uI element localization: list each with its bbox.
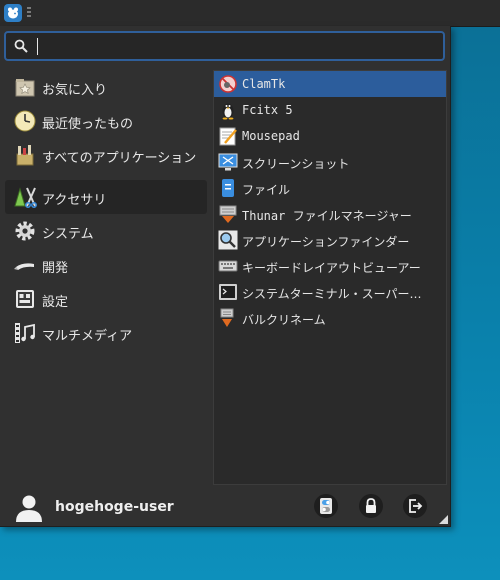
app-label: Fcitx 5 (242, 103, 293, 117)
thunar-icon (219, 205, 237, 223)
all-applications-icon (16, 145, 34, 166)
recent-clock-icon (14, 110, 36, 132)
username: hogehoge-user (55, 499, 174, 515)
category-label: システム (42, 227, 94, 242)
category-label: マルチメディア (42, 329, 133, 344)
category-all-applications[interactable]: すべてのアプリケーション (0, 138, 212, 172)
user-avatar-icon (16, 495, 42, 522)
category-label: 最近使ったもの (42, 117, 134, 132)
panel-handle[interactable] (27, 7, 31, 19)
app-label: キーボードレイアウトビューアー (242, 261, 421, 275)
terminal-icon (219, 284, 237, 300)
app-label: ClamTk (242, 77, 286, 91)
category-system[interactable]: システム (0, 214, 212, 248)
text-cursor (37, 38, 38, 55)
settings-manager-button[interactable] (314, 494, 338, 518)
category-favorites[interactable]: お気に入り (0, 70, 212, 104)
logout-icon (409, 499, 423, 513)
search-icon (14, 39, 28, 53)
app-label: スクリーンショット (242, 157, 350, 171)
search-box[interactable] (4, 31, 445, 61)
settings-icon (16, 290, 34, 308)
development-icon (14, 263, 34, 270)
keyboard-icon (218, 260, 238, 272)
file-icon (222, 179, 234, 197)
penguin-icon (222, 103, 234, 120)
user-bar: hogehoge-user (0, 488, 450, 526)
search-input[interactable] (36, 36, 440, 58)
bulk-rename-icon (220, 308, 234, 327)
app-terminal[interactable]: システムターミナル・スーパー… (214, 279, 446, 305)
category-development[interactable]: 開発 (0, 248, 212, 282)
app-label: システムターミナル・スーパー… (242, 287, 422, 301)
app-clamtk[interactable]: ClamTk (214, 71, 446, 97)
mouse-logo-icon (8, 7, 18, 19)
system-gear-icon (15, 221, 35, 241)
separator (0, 172, 212, 180)
app-label: Mousepad (242, 129, 300, 143)
category-label: すべてのアプリケーション (42, 151, 197, 166)
category-recent[interactable]: 最近使ったもの (0, 104, 212, 138)
settings-toggle-icon (320, 498, 332, 514)
app-appfinder[interactable]: アプリケーションファインダー (214, 227, 446, 253)
app-thunar[interactable]: Thunar ファイルマネージャー (214, 201, 446, 227)
app-mousepad[interactable]: Mousepad (214, 123, 446, 149)
whisker-menu: お気に入り 最近使ったもの すべてのアプリケーション アクセサリ システム 開発… (0, 26, 451, 527)
clamtk-icon (219, 75, 237, 93)
text-editor-icon (219, 127, 237, 146)
lock-screen-button[interactable] (359, 494, 383, 518)
app-label: アプリケーションファインダー (242, 235, 410, 249)
screenshot-icon (218, 153, 238, 171)
app-label: バルクリネーム (242, 313, 326, 327)
lock-icon (366, 498, 376, 513)
category-label: 設定 (42, 295, 69, 310)
app-files[interactable]: ファイル (214, 175, 446, 201)
app-keyboard-layout-viewer[interactable]: キーボードレイアウトビューアー (214, 253, 446, 279)
category-label: アクセサリ (42, 193, 107, 208)
whisker-menu-button[interactable] (4, 4, 22, 22)
favorites-icon (15, 79, 35, 97)
app-label: ファイル (242, 183, 291, 197)
app-fcitx5[interactable]: Fcitx 5 (214, 97, 446, 123)
category-settings[interactable]: 設定 (0, 282, 212, 316)
category-accessories[interactable]: アクセサリ (5, 180, 207, 214)
app-screenshot[interactable]: スクリーンショット (214, 149, 446, 175)
magnifier-icon (218, 230, 238, 250)
category-label: 開発 (42, 261, 69, 276)
logout-button[interactable] (403, 494, 427, 518)
category-multimedia[interactable]: マルチメディア (0, 316, 212, 350)
category-label: お気に入り (42, 83, 108, 98)
category-list: お気に入り 最近使ったもの すべてのアプリケーション アクセサリ システム 開発… (0, 70, 212, 350)
multimedia-icon (15, 323, 35, 343)
app-label: Thunar ファイルマネージャー (242, 209, 412, 223)
resize-handle[interactable] (439, 515, 448, 524)
top-panel (0, 0, 500, 27)
application-list: ClamTk Fcitx 5 Mousepad スクリーンショット ファイル T… (213, 70, 447, 485)
app-bulk-rename[interactable]: バルクリネーム (214, 305, 446, 331)
accessories-icon (14, 187, 37, 208)
